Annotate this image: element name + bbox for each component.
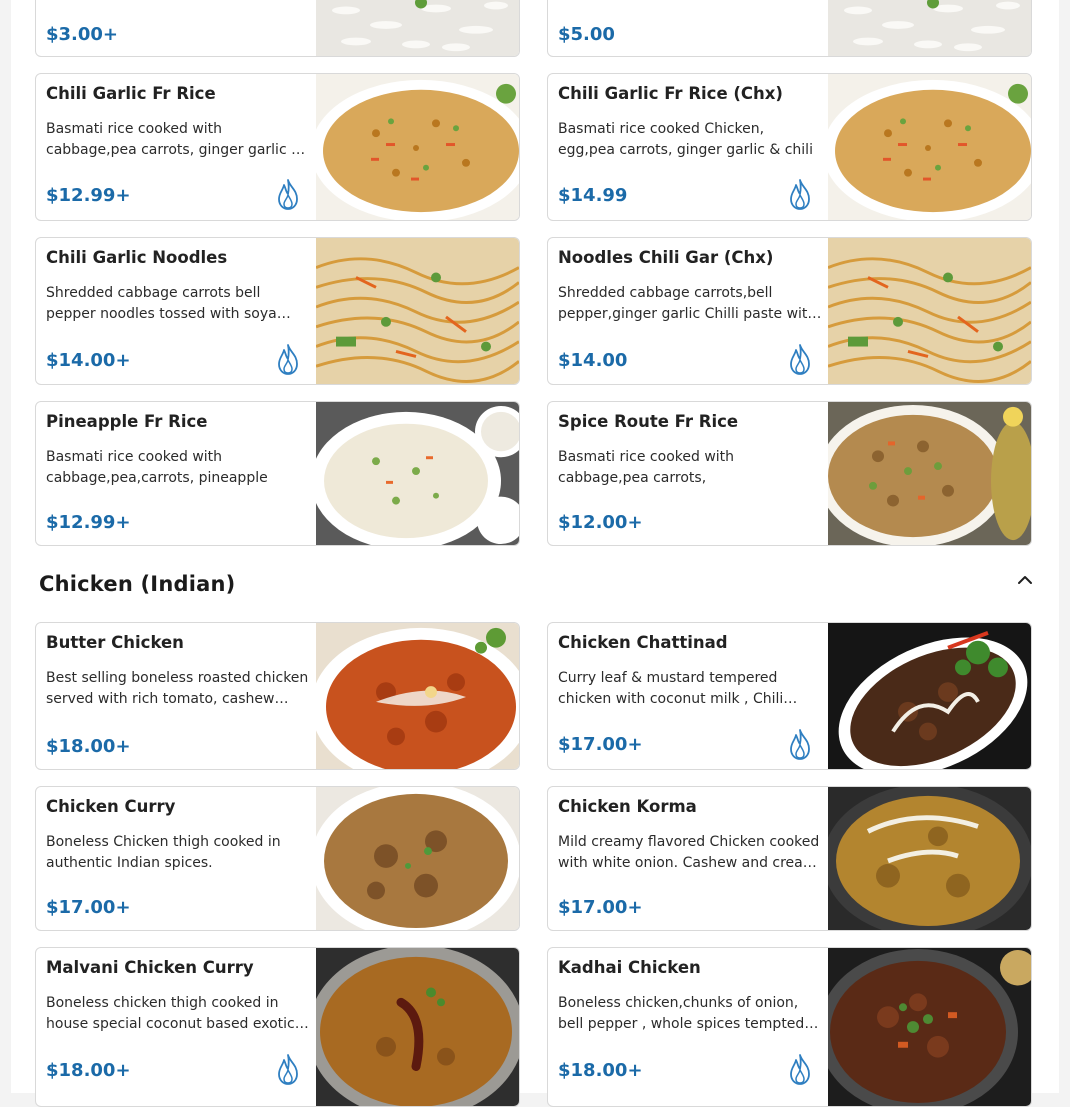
spicy-flame-icon [786,1053,814,1085]
food-photo [316,623,519,769]
item-description: Mild creamy flavored Chicken cooked with… [558,834,820,871]
item-name: Kadhai Chicken [558,958,701,977]
item-description: Shredded cabbage carrots,bell pepper,gin… [558,285,817,322]
food-photo [828,0,1031,56]
spicy-flame-icon [274,178,302,210]
item-price: $12.00+ [558,512,643,533]
food-photo [316,948,519,1106]
item-description: Shredded cabbage carrots bell pepper noo… [46,285,277,322]
item-name: Noodles Chili Gar (Chx) [558,248,774,267]
spicy-flame-icon [786,728,814,760]
item-name: Chili Garlic Fr Rice [46,84,216,103]
item-price: $17.00+ [558,734,643,755]
item-price: $3.00+ [46,24,119,45]
spicy-flame-icon [274,343,302,375]
spicy-flame-icon [274,1053,302,1085]
menu-item-card[interactable]: Spice Route Fr Rice Basmati rice cooked … [547,401,1032,546]
menu-item-card[interactable]: Butter Chicken Best selling boneless roa… [35,622,520,770]
menu-item-card[interactable]: Chili Garlic Noodles Shredded cabbage ca… [35,237,520,385]
menu-item-card[interactable]: Chicken Curry Boneless Chicken thigh coo… [35,786,520,931]
item-price: $17.00+ [46,897,131,918]
item-price: $14.99 [558,185,628,206]
item-description: Basmati rice cooked Chicken, egg,pea car… [558,121,813,158]
item-name: Chicken Chattinad [558,633,728,652]
spicy-flame-icon [786,178,814,210]
item-name: Chicken Curry [46,797,176,816]
menu-item-card[interactable]: Chili Garlic Fr Rice Basmati rice cooked… [35,73,520,221]
food-photo [828,238,1031,384]
item-description: Curry leaf & mustard tempered chicken wi… [558,670,784,707]
menu-item-card[interactable]: Kadhai Chicken Boneless chicken,chunks o… [547,947,1032,1107]
spicy-flame-icon [786,343,814,375]
item-name: Spice Route Fr Rice [558,412,739,431]
item-description: Boneless chicken thigh cooked in house s… [46,995,295,1032]
food-photo [316,0,519,56]
item-name: Pineapple Fr Rice [46,412,208,431]
item-name: Chicken Korma [558,797,697,816]
section-title-chicken-indian: Chicken (Indian) [39,572,236,596]
menu-page: $3.00+ $5.00 Chili Garlic Fr Rice Basmat… [11,0,1059,1107]
item-name: Chili Garlic Fr Rice (Chx) [558,84,783,103]
menu-item-card[interactable]: Chili Garlic Fr Rice (Chx) Basmati rice … [547,73,1032,221]
food-photo [828,623,1031,769]
item-description: Best selling boneless roasted chicken se… [46,670,309,707]
menu-item-card[interactable]: $3.00+ [35,0,520,57]
item-price: $5.00 [558,24,615,45]
item-price: $14.00+ [46,350,131,371]
item-name: Malvani Chicken Curry [46,958,254,977]
item-price: $12.99+ [46,185,131,206]
item-description: Basmati rice cooked with cabbage,pea car… [46,121,303,158]
food-photo [828,402,1031,545]
food-photo [316,238,519,384]
item-price: $18.00+ [46,736,131,757]
menu-item-card[interactable]: Chicken Korma Mild creamy flavored Chick… [547,786,1032,931]
food-photo [828,787,1031,930]
chevron-up-icon[interactable] [1015,570,1035,590]
food-photo [828,948,1031,1106]
food-photo [316,787,519,930]
menu-item-card[interactable]: $5.00 [547,0,1032,57]
item-price: $17.00+ [558,897,643,918]
item-name: Chili Garlic Noodles [46,248,228,267]
food-photo [316,402,519,545]
item-price: $12.99+ [46,512,131,533]
menu-item-card[interactable]: Noodles Chili Gar (Chx) Shredded cabbage… [547,237,1032,385]
food-photo [316,74,519,220]
menu-item-card[interactable]: Chicken Chattinad Curry leaf & mustard t… [547,622,1032,770]
item-price: $18.00+ [558,1060,643,1081]
item-price: $18.00+ [46,1060,131,1081]
item-name: Butter Chicken [46,633,184,652]
menu-item-card[interactable]: Pineapple Fr Rice Basmati rice cooked wi… [35,401,520,546]
item-price: $14.00 [558,350,628,371]
item-description: Boneless Chicken thigh cooked in authent… [46,834,281,871]
item-description: Boneless chicken,chunks of onion, bell p… [558,995,805,1032]
item-description: Basmati rice cooked with cabbage,pea car… [558,449,735,486]
menu-item-card[interactable]: Malvani Chicken Curry Boneless chicken t… [35,947,520,1107]
item-description: Basmati rice cooked with cabbage,pea,car… [46,449,268,486]
food-photo [828,74,1031,220]
